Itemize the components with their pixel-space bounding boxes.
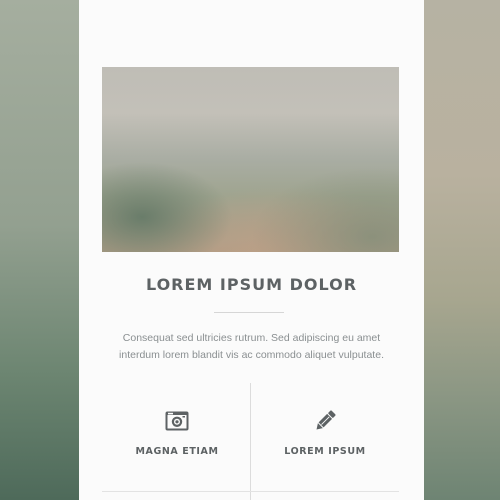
feature-divider-horizontal — [102, 491, 399, 492]
feature-lorem-ipsum[interactable]: LOREM IPSUM — [250, 408, 400, 457]
feature-label: MAGNA ETIAM — [135, 446, 219, 457]
description-line: interdum lorem blandit vis ac commodo al… — [119, 349, 384, 361]
card-title: LOREM IPSUM DOLOR — [145, 275, 358, 294]
hero-image — [102, 67, 399, 252]
title-divider — [214, 312, 284, 313]
background-right — [424, 0, 500, 500]
content-card: LOREM IPSUM DOLOR Consequat sed ultricie… — [79, 0, 424, 500]
background-left — [0, 0, 79, 500]
description-line: Consequat sed ultricies rutrum. Sed adip… — [122, 332, 381, 344]
camera-icon — [164, 408, 190, 434]
feature-label: LOREM IPSUM — [284, 446, 366, 457]
feature-magna-etiam[interactable]: MAGNA ETIAM — [102, 408, 252, 457]
card-description: Consequat sed ultricies rutrum. Sed adip… — [109, 330, 394, 364]
feature-divider-vertical — [250, 383, 251, 500]
pencil-icon — [312, 408, 338, 434]
